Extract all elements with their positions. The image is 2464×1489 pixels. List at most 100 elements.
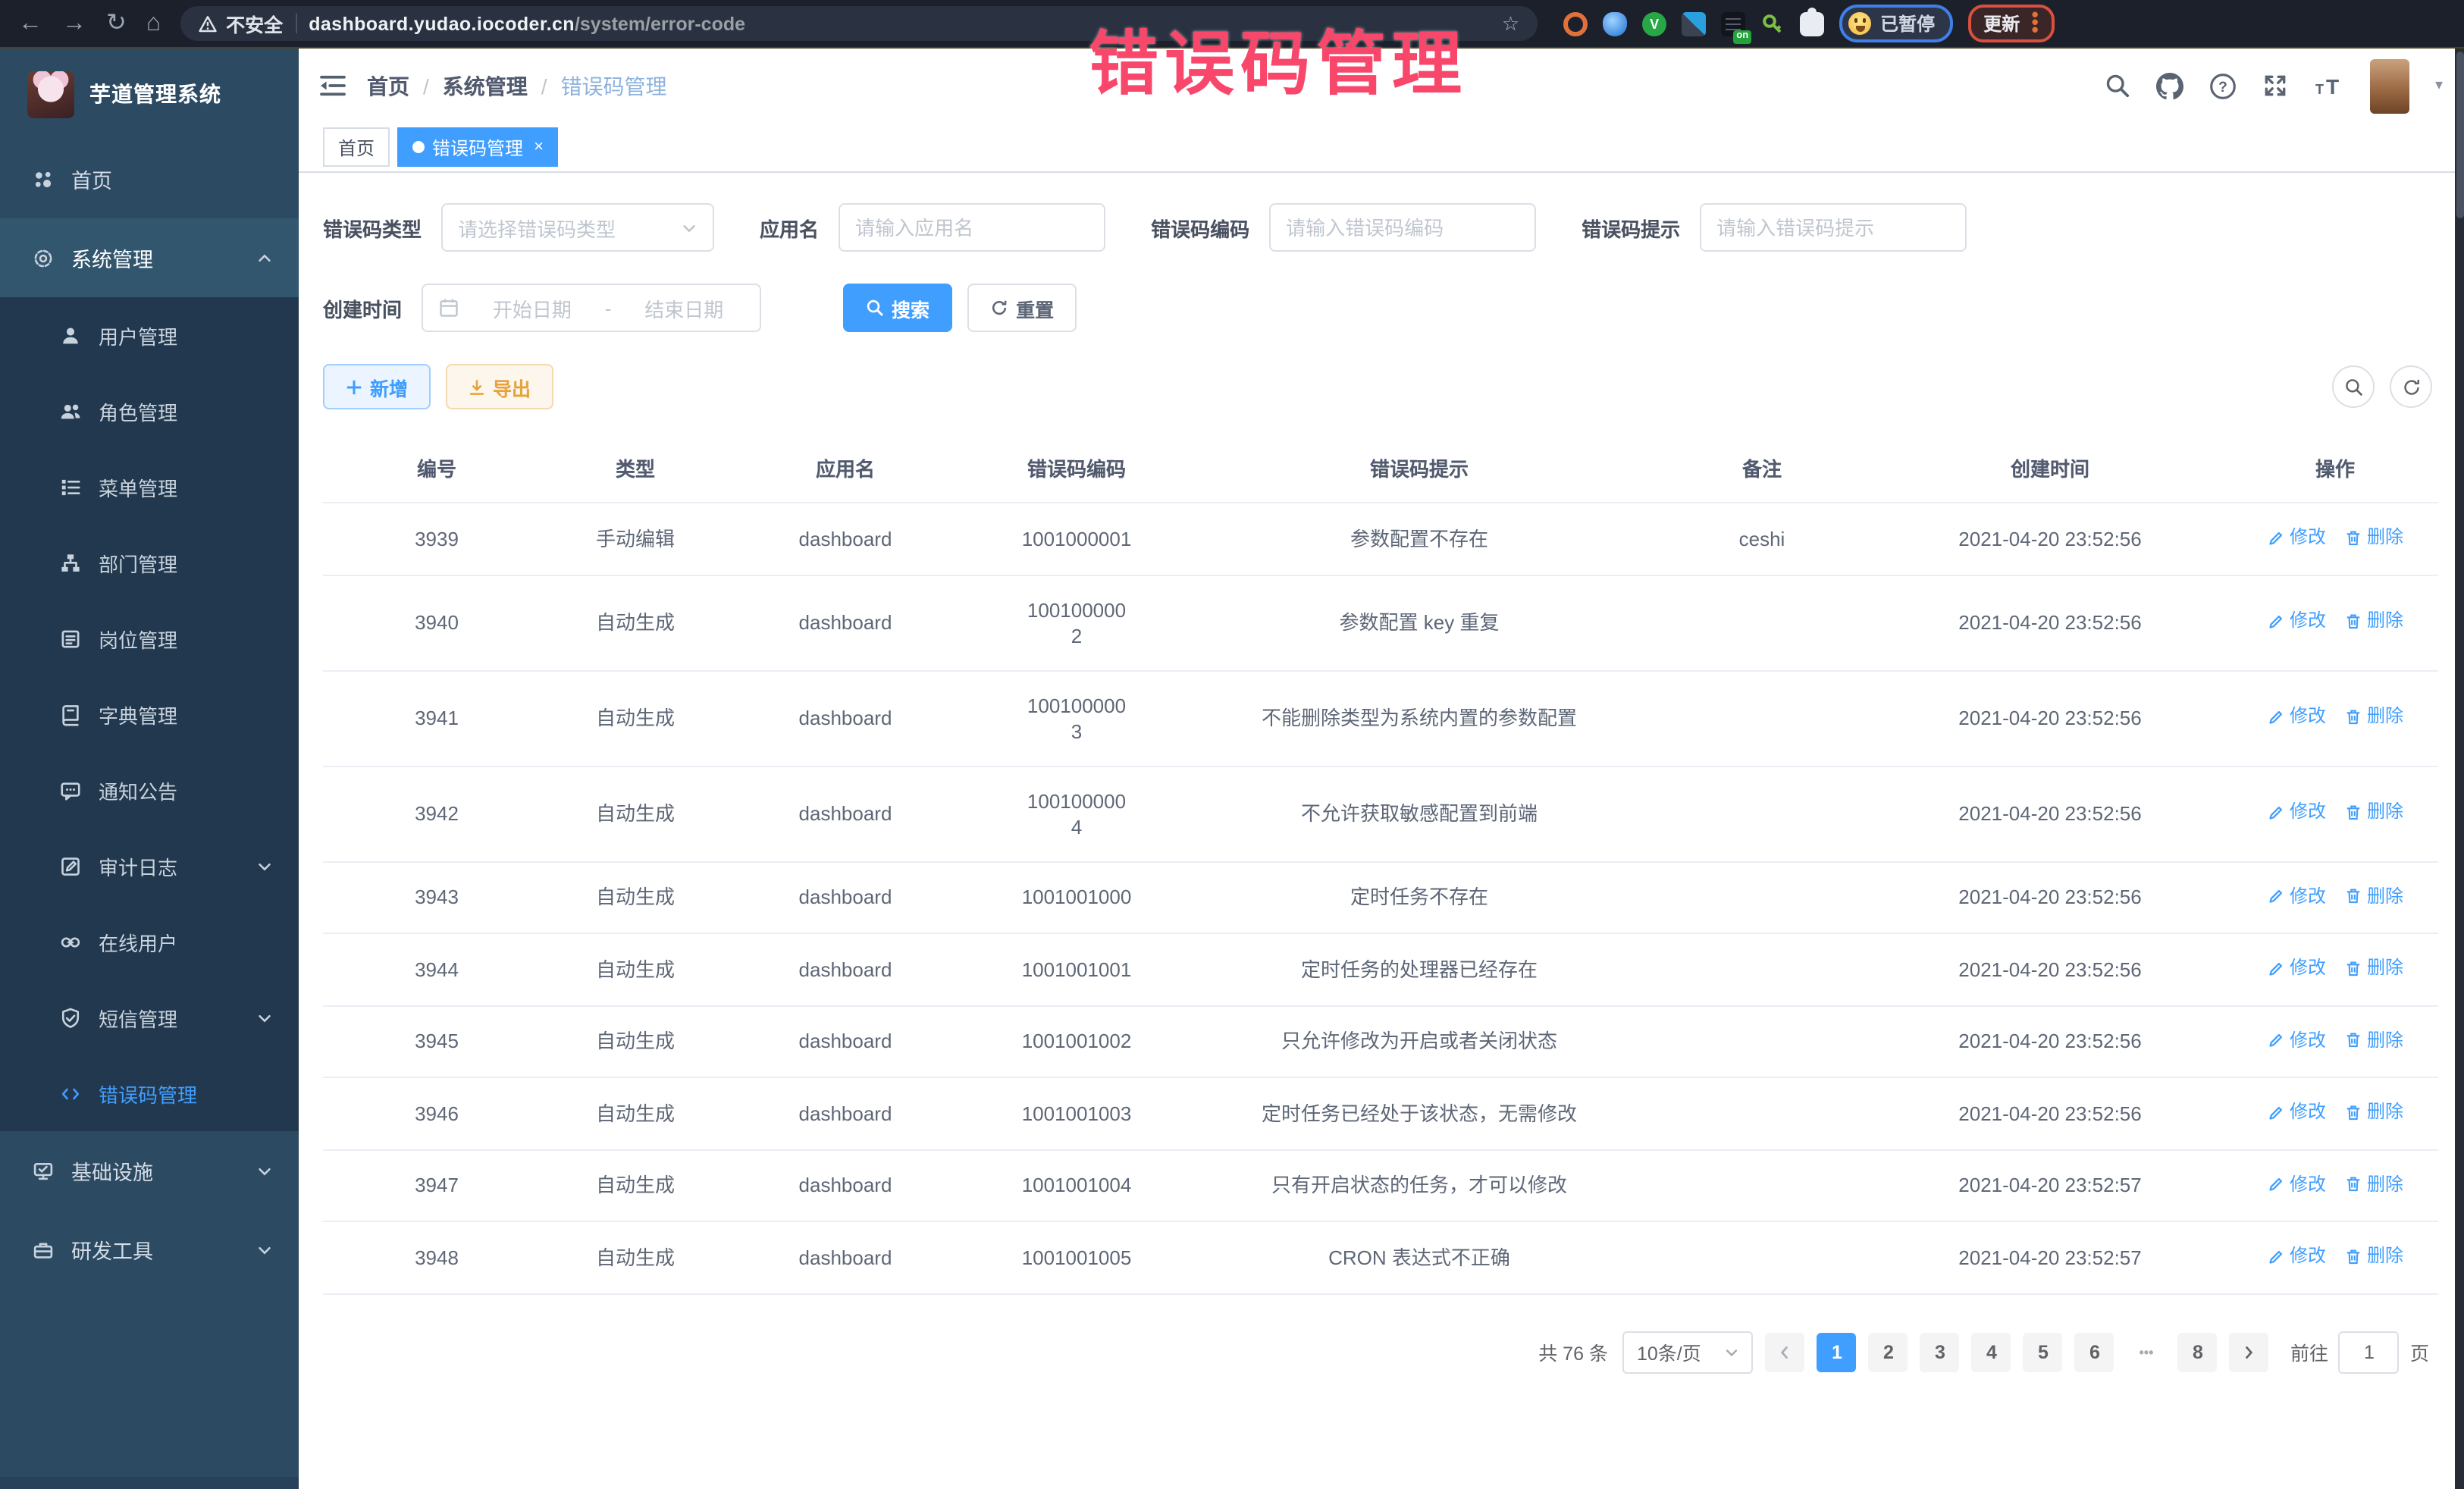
pagination-ellipsis[interactable]: ••• (2127, 1332, 2166, 1371)
browser-forward-icon[interactable]: → (62, 11, 86, 36)
pagination-page-8[interactable]: 8 (2178, 1332, 2218, 1371)
breadcrumb-item[interactable]: 首页 (367, 71, 409, 101)
sidebar-collapse-bar[interactable] (0, 1477, 299, 1489)
sidebar-item-audit[interactable]: 审计日志 (0, 828, 299, 904)
sidebar-item-sms[interactable]: 短信管理 (0, 980, 299, 1055)
tag-close-icon[interactable]: × (534, 138, 544, 156)
paused-extension-chip[interactable]: 已暂停 (1839, 5, 1953, 42)
sidebar-item-notice[interactable]: 通知公告 (0, 752, 299, 828)
font-size-icon[interactable]: TT (2314, 74, 2344, 98)
add-button[interactable]: 新增 (323, 364, 431, 409)
browser-back-icon[interactable]: ← (18, 11, 42, 36)
hamburger-icon[interactable] (320, 74, 346, 97)
sidebar-item-dict[interactable]: 字典管理 (0, 676, 299, 752)
delete-link[interactable]: 删除 (2344, 883, 2403, 909)
edit-link[interactable]: 修改 (2267, 955, 2326, 981)
edit-link[interactable]: 修改 (2267, 800, 2326, 826)
edit-link[interactable]: 修改 (2267, 1099, 2326, 1125)
app-name-input[interactable] (855, 216, 1089, 239)
user-avatar[interactable] (2370, 58, 2409, 113)
scrollbar-thumb[interactable] (2456, 52, 2463, 218)
filter-row-1: 错误码类型请选择错误码类型应用名错误码编码错误码提示 (323, 203, 2438, 252)
sidebar-logo[interactable]: 芋道管理系统 (0, 49, 299, 139)
date-range-picker[interactable]: 开始日期 - 结束日期 (422, 284, 761, 332)
pagination-page-4[interactable]: 4 (1972, 1332, 2011, 1371)
error-code-input[interactable] (1286, 216, 1519, 239)
extensions-puzzle-icon[interactable] (1800, 11, 1824, 36)
sidebar-item-menu[interactable]: 菜单管理 (0, 449, 299, 525)
extension-green-check-icon[interactable]: V (1642, 11, 1666, 36)
sidebar-item-label: 通知公告 (99, 776, 177, 804)
delete-link[interactable]: 删除 (2344, 800, 2403, 826)
sidebar-item-home[interactable]: 首页 (0, 139, 299, 218)
delete-link-label: 删除 (2367, 1171, 2403, 1197)
sidebar-item-dept[interactable]: 部门管理 (0, 525, 299, 600)
fullscreen-icon[interactable] (2262, 73, 2288, 99)
delete-link[interactable]: 删除 (2344, 525, 2403, 550)
table-refresh-button[interactable] (2390, 365, 2432, 408)
browser-home-icon[interactable]: ⌂ (146, 11, 161, 36)
pagination-page-5[interactable]: 5 (2024, 1332, 2063, 1371)
sidebar-item-user[interactable]: 用户管理 (0, 297, 299, 373)
pagination-page-3[interactable]: 3 (1920, 1332, 1960, 1371)
pagination-page-2[interactable]: 2 (1869, 1332, 1908, 1371)
extension-orange-ring-icon[interactable] (1563, 11, 1588, 36)
export-button[interactable]: 导出 (446, 364, 553, 409)
search-icon[interactable] (2105, 73, 2130, 99)
edit-link-label: 修改 (2290, 1027, 2326, 1053)
pagination-page-6[interactable]: 6 (2075, 1332, 2114, 1371)
help-icon[interactable]: ? (2209, 72, 2237, 99)
security-status[interactable]: 不安全 (199, 9, 283, 38)
edit-link[interactable]: 修改 (2267, 883, 2326, 909)
edit-link[interactable]: 修改 (2267, 1171, 2326, 1197)
error-hint-input[interactable] (1716, 216, 1950, 239)
sidebar-item-system[interactable]: 系统管理 (0, 218, 299, 297)
search-button[interactable]: 搜索 (843, 284, 952, 332)
users-icon (58, 400, 83, 422)
sidebar-item-post[interactable]: 岗位管理 (0, 600, 299, 676)
bookmark-star-icon[interactable]: ☆ (1502, 11, 1519, 36)
extension-key-icon[interactable] (1760, 11, 1785, 36)
edit-link[interactable]: 修改 (2267, 1027, 2326, 1053)
extension-blue-drop-icon[interactable] (1603, 11, 1627, 36)
sidebar-item-label: 错误码管理 (99, 1079, 197, 1108)
delete-link[interactable]: 删除 (2344, 955, 2403, 981)
page-size-select[interactable]: 10条/页 (1623, 1331, 1754, 1373)
pagination-next-button[interactable] (2230, 1332, 2269, 1371)
breadcrumb-item[interactable]: 系统管理 (443, 71, 528, 101)
browser-reload-icon[interactable]: ↻ (106, 11, 127, 36)
sidebar-item-role[interactable]: 角色管理 (0, 373, 299, 449)
reset-button[interactable]: 重置 (967, 284, 1077, 332)
delete-link[interactable]: 删除 (2344, 704, 2403, 730)
address-bar[interactable]: 不安全 dashboard.yudao.iocoder.cn/system/er… (180, 6, 1538, 41)
delete-link[interactable]: 删除 (2344, 1027, 2403, 1053)
extension-grid-icon[interactable] (1682, 11, 1706, 36)
pagination-page-1[interactable]: 1 (1817, 1332, 1857, 1371)
table-search-toggle-button[interactable] (2332, 365, 2375, 408)
page-scrollbar[interactable] (2455, 49, 2464, 1489)
view-tag[interactable]: 错误码管理× (397, 127, 559, 167)
error-code-type-select[interactable]: 请选择错误码类型 (441, 203, 714, 252)
view-tag[interactable]: 首页 (323, 127, 390, 167)
pagination-prev-button[interactable] (1766, 1332, 1805, 1371)
sidebar-item-tools[interactable]: 研发工具 (0, 1210, 299, 1289)
delete-link[interactable]: 删除 (2344, 1099, 2403, 1125)
goto-page-input[interactable] (2339, 1331, 2400, 1373)
github-icon[interactable] (2156, 72, 2183, 99)
edit-icon (2267, 1031, 2285, 1049)
sidebar-item-errcode[interactable]: 错误码管理 (0, 1055, 299, 1131)
delete-link[interactable]: 删除 (2344, 1171, 2403, 1197)
edit-link[interactable]: 修改 (2267, 704, 2326, 730)
browser-menu-kebab-icon[interactable]: ••• (2030, 12, 2039, 35)
extension-list-icon[interactable]: on (1721, 11, 1745, 36)
sidebar-item-online[interactable]: 在线用户 (0, 904, 299, 980)
sidebar-item-infra[interactable]: 基础设施 (0, 1131, 299, 1210)
delete-link[interactable]: 删除 (2344, 1243, 2403, 1269)
edit-link[interactable]: 修改 (2267, 609, 2326, 635)
user-menu-caret-icon[interactable]: ▾ (2435, 77, 2443, 94)
browser-update-button[interactable]: 更新 ••• (1968, 5, 2055, 42)
cell-message: 不允许获取敏感配置到前端 (1183, 766, 1656, 861)
edit-link[interactable]: 修改 (2267, 525, 2326, 550)
delete-link[interactable]: 删除 (2344, 609, 2403, 635)
edit-link[interactable]: 修改 (2267, 1243, 2326, 1269)
